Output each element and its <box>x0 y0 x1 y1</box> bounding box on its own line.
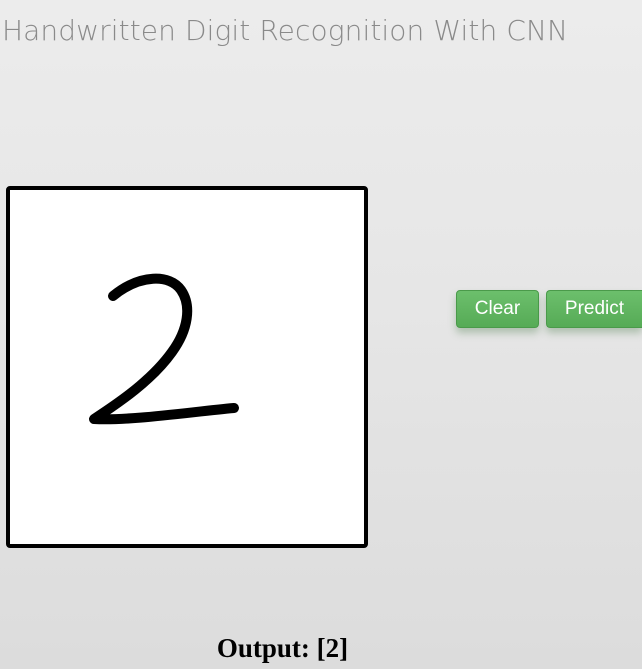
predict-button[interactable]: Predict <box>546 290 642 328</box>
drawing-canvas[interactable] <box>6 186 368 548</box>
clear-button[interactable]: Clear <box>456 290 539 328</box>
page-title: Handwritten Digit Recognition With CNN <box>2 14 569 47</box>
prediction-output: Output: [2] <box>0 633 565 664</box>
handwritten-digit-stroke <box>89 273 239 425</box>
output-value: [2] <box>316 633 349 663</box>
output-label: Output: <box>216 633 310 663</box>
